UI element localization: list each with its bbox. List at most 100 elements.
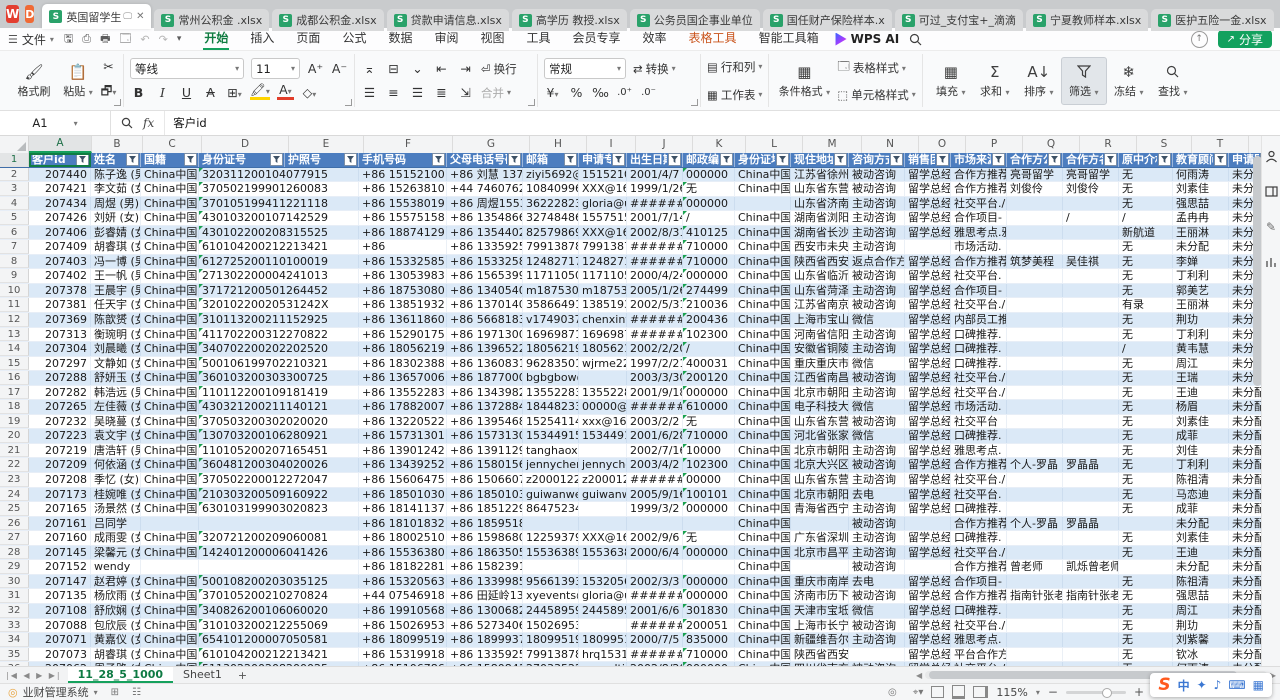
wrap-text-button[interactable]: ⏎换行	[481, 61, 517, 77]
cell[interactable]	[905, 517, 951, 531]
cell[interactable]: 黄嘉仪 (女)	[91, 633, 141, 647]
cell[interactable]: China中国	[735, 211, 791, 225]
cell[interactable]: 207135	[29, 589, 91, 603]
cell[interactable]: wjrme221@	[579, 357, 627, 371]
cell[interactable]: 155363896	[579, 546, 627, 560]
cell[interactable]: 184482332	[523, 400, 579, 414]
cell[interactable]: 无	[1119, 633, 1173, 647]
row-number[interactable]: 27	[0, 531, 29, 545]
cell[interactable]: China中国	[735, 517, 791, 531]
cell[interactable]: 留学总经纪	[905, 473, 951, 487]
name-box[interactable]: A1▾	[0, 111, 111, 135]
cell[interactable]: 社交平台./	[951, 371, 1007, 385]
cell[interactable]: 曾老师	[1007, 560, 1063, 574]
cell[interactable]: 留学总经纪	[905, 444, 951, 458]
cell[interactable]: 无	[1119, 473, 1173, 487]
macro-record-icon[interactable]: ◎	[888, 687, 897, 698]
cell[interactable]: +86 15290175	[359, 328, 447, 342]
求和-button[interactable]: Σ求和 ▾	[973, 58, 1017, 104]
row-number[interactable]: 15	[0, 357, 29, 371]
cell[interactable]: 北京市朝阳	[791, 444, 849, 458]
zoom-chevron-icon[interactable]: ▾	[1036, 688, 1040, 697]
header-cell-姓名[interactable]: 姓名	[91, 153, 141, 167]
cell[interactable]: +86 1372884680	[447, 400, 523, 414]
cell[interactable]: +86 18302388	[359, 357, 447, 371]
cell[interactable]	[1007, 575, 1063, 589]
cell[interactable]: 2002/3/3	[627, 575, 683, 589]
cell[interactable]: v17490376	[523, 313, 579, 327]
cell[interactable]: 郭美艺	[1173, 284, 1229, 298]
cell[interactable]: 社交平台./	[951, 386, 1007, 400]
cell[interactable]: +44 7460762888	[447, 182, 523, 196]
cell[interactable]: 2002/5/31	[627, 298, 683, 312]
cell[interactable]: 无	[683, 531, 735, 545]
cell[interactable]: 杨欣雨 (女)	[91, 589, 141, 603]
cell[interactable]	[1007, 429, 1063, 443]
zoom-formula-icon[interactable]	[121, 117, 133, 129]
cell[interactable]: 274499	[683, 284, 735, 298]
cell[interactable]: China中国	[735, 458, 791, 472]
cell[interactable]: 无	[1119, 240, 1173, 254]
cell[interactable]: 山东省东营	[791, 182, 849, 196]
cell[interactable]: China中国	[141, 619, 199, 633]
cell[interactable]	[1063, 662, 1119, 666]
cell[interactable]: 130703200106280921	[199, 429, 285, 443]
cell[interactable]: China中国	[141, 429, 199, 443]
cell[interactable]	[579, 517, 627, 531]
cell[interactable]: 吴晓蔓 (女)	[91, 415, 141, 429]
cell[interactable]: China中国	[141, 400, 199, 414]
cell[interactable]: +86 15332585	[359, 255, 447, 269]
cell[interactable]: +86 15320563	[359, 575, 447, 589]
cell[interactable]: 无	[683, 415, 735, 429]
increase-font-icon[interactable]: A⁺	[307, 61, 324, 76]
cell[interactable]: 2000/6/4	[627, 546, 683, 560]
cell[interactable]: tanghaoxu	[523, 444, 579, 458]
font-color-button[interactable]: A▾	[277, 85, 294, 100]
filter-dropdown-icon[interactable]	[76, 153, 89, 166]
cell[interactable]: 210303200509160922	[199, 488, 285, 502]
file-tab[interactable]: S宁夏教师样本.xlsx	[1026, 9, 1148, 31]
cell[interactable]	[1119, 560, 1173, 574]
cell[interactable]: 2003/3/30	[627, 371, 683, 385]
cell[interactable]: 000000	[683, 546, 735, 560]
cell[interactable]: 340826200106060020	[199, 604, 285, 618]
upload-cloud-icon[interactable]: ↑	[1191, 31, 1208, 48]
cell[interactable]: 153449155	[579, 429, 627, 443]
cell[interactable]: 被动咨询	[849, 182, 905, 196]
cell[interactable]: China中国	[141, 531, 199, 545]
filter-dropdown-icon[interactable]	[834, 153, 847, 166]
cell[interactable]: 200051	[683, 619, 735, 633]
header-cell-护照号[interactable]: 护照号	[285, 153, 359, 167]
cell[interactable]: 北京大兴区	[791, 458, 849, 472]
cell[interactable]: 825798695	[523, 226, 579, 240]
page-layout-view-icon[interactable]	[952, 685, 965, 699]
cell[interactable]: +86 19910568	[359, 604, 447, 618]
cell[interactable]: 799138782	[523, 648, 579, 662]
cell[interactable]: 口碑推荐.	[951, 502, 1007, 516]
cell[interactable]: 117110505	[579, 269, 627, 283]
cell[interactable]: 丁利利	[1173, 269, 1229, 283]
cell[interactable]: 2003/4/2	[627, 458, 683, 472]
cell[interactable]: 2000/7/5	[627, 633, 683, 647]
cell[interactable]: 四川省南充	[791, 662, 849, 666]
cell[interactable]: +86 13611860	[359, 313, 447, 327]
header-cell-咨询方式[interactable]: 咨询方式	[849, 153, 905, 167]
cell[interactable]: 207313	[29, 328, 91, 342]
cell[interactable]: 2001/7/14	[627, 211, 683, 225]
cell[interactable]: 广东省深圳	[791, 531, 849, 545]
cell[interactable]: 2003/2/2	[627, 415, 683, 429]
cell[interactable]: 平台合作方	[951, 648, 1007, 662]
cell[interactable]: +86 1340540988	[447, 284, 523, 298]
cell[interactable]: 被动咨询	[849, 589, 905, 603]
cell[interactable]: 371721200501264452	[199, 284, 285, 298]
cell[interactable]: 口碑推荐.	[951, 531, 1007, 545]
cell[interactable]	[579, 444, 627, 458]
cell[interactable]: 陕西省西安	[791, 255, 849, 269]
decrease-indent-icon[interactable]: ⇤	[433, 61, 450, 76]
filter-dropdown-icon[interactable]	[612, 153, 625, 166]
cell[interactable]: 207161	[29, 517, 91, 531]
cell[interactable]: 000000	[683, 386, 735, 400]
borders-button[interactable]: ⊞▾	[226, 85, 243, 100]
column-letter-S[interactable]: S	[1137, 136, 1192, 153]
cell[interactable]: ########	[627, 240, 683, 254]
